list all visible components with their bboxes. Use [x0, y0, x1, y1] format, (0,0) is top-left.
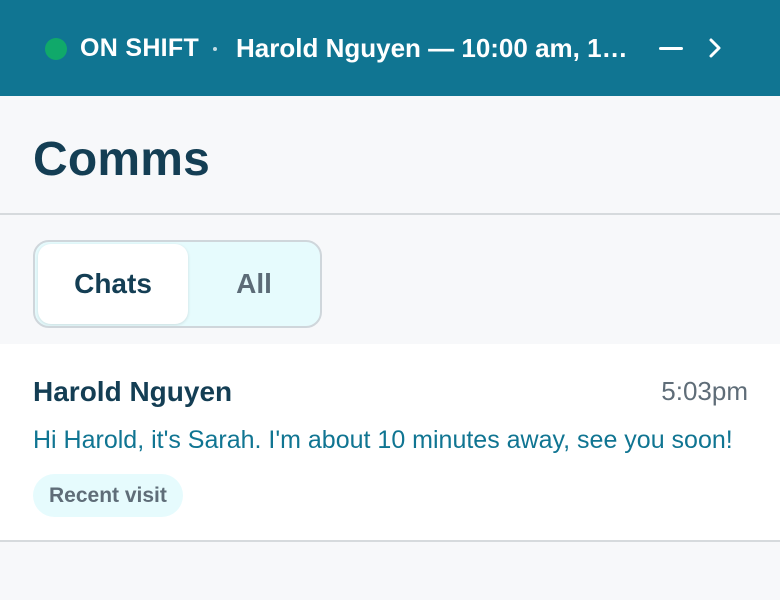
shift-status-label: ON SHIFT	[80, 34, 200, 62]
separator-dot	[213, 47, 217, 51]
conversation-item[interactable]: Harold Nguyen 5:03pm Hi Harold, it's Sar…	[0, 344, 780, 542]
shift-info[interactable]: Harold Nguyen — 10:00 am, 12 May	[236, 33, 636, 64]
contact-name: Harold Nguyen	[33, 376, 233, 407]
status-indicator-icon	[45, 38, 67, 60]
tabs-area: Chats All	[0, 216, 780, 344]
chevron-right-icon[interactable]	[700, 30, 730, 66]
tab-all[interactable]: All	[190, 244, 318, 324]
page-header: Comms	[0, 96, 780, 215]
conversation-list: Harold Nguyen 5:03pm Hi Harold, it's Sar…	[0, 344, 780, 542]
top-bar: ON SHIFT Harold Nguyen — 10:00 am, 12 Ma…	[0, 0, 780, 96]
tab-chats[interactable]: Chats	[38, 244, 188, 324]
recent-visit-badge: Recent visit	[33, 474, 183, 517]
segmented-control: Chats All	[33, 240, 322, 328]
minimize-icon[interactable]	[656, 30, 686, 66]
page-title: Comms	[33, 133, 211, 186]
message-time: 5:03pm	[661, 376, 748, 406]
message-preview: Hi Harold, it's Sarah. I'm about 10 minu…	[33, 426, 733, 454]
